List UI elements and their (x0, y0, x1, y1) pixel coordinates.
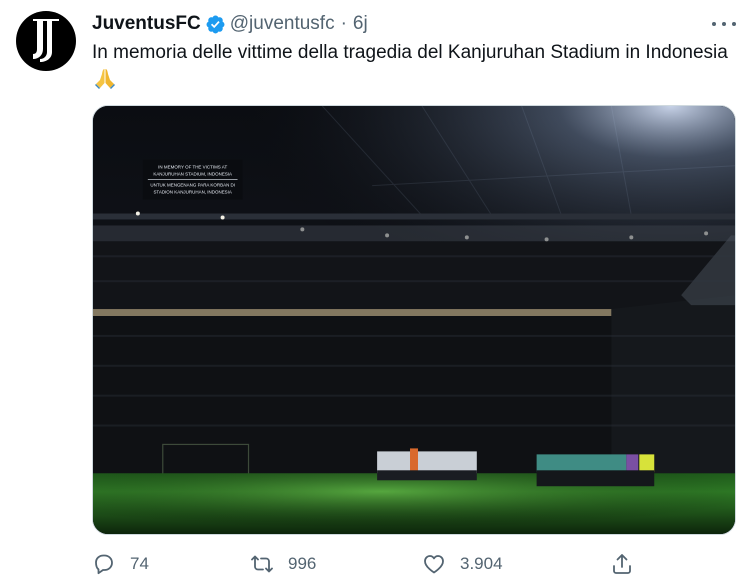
reply-button[interactable]: 74 (92, 549, 149, 579)
separator-dot: · (340, 13, 347, 34)
verified-badge-icon (206, 15, 225, 33)
author-name[interactable]: JuventusFC (92, 13, 201, 35)
memorial-screen: IN MEMORY OF THE VICTIMS AT KANJURUHAN S… (142, 159, 243, 200)
retweet-icon (251, 555, 273, 573)
more-options-icon[interactable] (712, 14, 736, 34)
avatar[interactable] (16, 11, 76, 71)
reply-count: 74 (130, 554, 149, 573)
tweet-image[interactable]: IN MEMORY OF THE VICTIMS AT KANJURUHAN S… (92, 105, 736, 535)
board-line-4: STADION KANJURUHAN, INDONESIA (153, 190, 231, 195)
like-count: 3.904 (460, 554, 503, 573)
author-handle[interactable]: @juventusfc (230, 13, 335, 35)
like-button[interactable]: 3.904 (422, 549, 503, 579)
share-icon (613, 554, 631, 574)
tweet-actions: 74 996 3.904 (92, 549, 736, 579)
board-line-1: IN MEMORY OF THE VICTIMS AT (158, 165, 227, 170)
board-line-2: KANJURUHAN STADIUM, INDONESIA (153, 172, 232, 177)
retweet-button[interactable]: 996 (250, 549, 316, 579)
team-teal (536, 454, 655, 487)
board-line-3: UNTUK MENGENANG PARA KORBAN DI (150, 183, 235, 188)
juventus-logo-icon (33, 19, 59, 62)
heart-icon (424, 555, 444, 574)
tweet-timestamp[interactable]: 6j (353, 13, 368, 35)
tweet-text: In memoria delle vittime della tragedia … (92, 42, 728, 63)
retweet-count: 996 (288, 554, 317, 573)
team-white (377, 448, 477, 481)
reply-icon (95, 554, 113, 575)
stadium-photo: IN MEMORY OF THE VICTIMS AT KANJURUHAN S… (93, 106, 735, 534)
share-button[interactable] (610, 549, 634, 579)
folded-hands-emoji-icon (95, 69, 115, 89)
tweet-header: JuventusFC @juventusfc · 6j (92, 12, 736, 36)
